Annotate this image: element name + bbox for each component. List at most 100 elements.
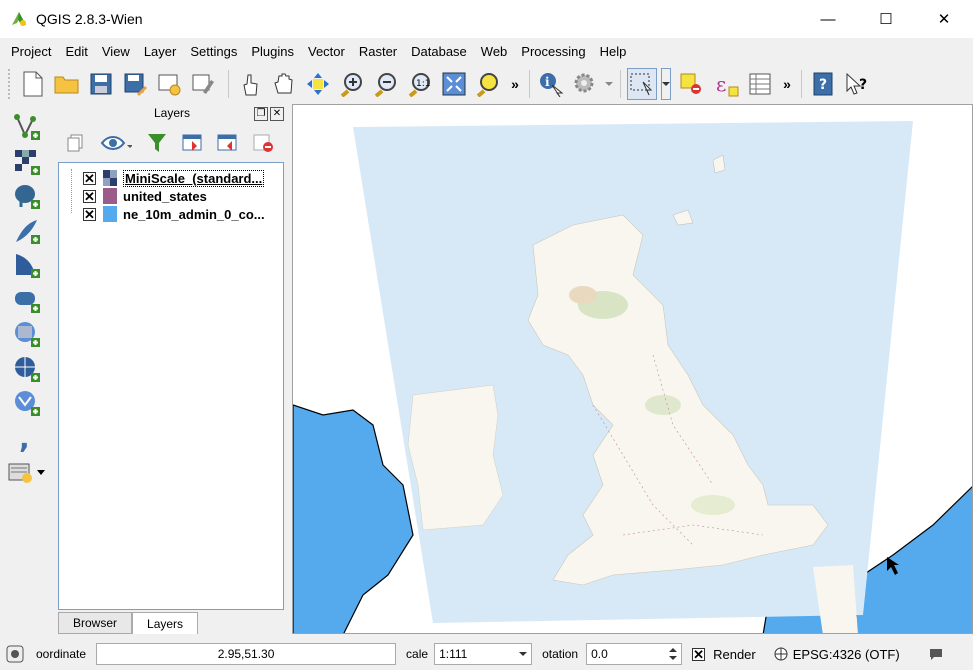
menu-layer[interactable]: Layer	[137, 44, 184, 59]
zoom-full-button[interactable]	[439, 68, 469, 100]
layers-panel-toolbar	[56, 126, 288, 160]
menu-view[interactable]: View	[95, 44, 137, 59]
new-layer-menu-button[interactable]	[5, 457, 49, 487]
zoom-out-button[interactable]	[371, 68, 401, 100]
toolbar-grip[interactable]	[8, 69, 14, 99]
pan-hand-icon	[274, 73, 293, 94]
add-delimited-text-button[interactable]: ,	[10, 423, 44, 453]
zoom-in-button[interactable]	[337, 68, 367, 100]
menu-edit[interactable]: Edit	[58, 44, 94, 59]
composer-manager-icon	[192, 74, 214, 94]
add-group-button[interactable]	[64, 131, 88, 155]
toolbar-separator	[529, 70, 530, 98]
add-wfs-layer-button[interactable]	[10, 388, 44, 418]
add-vector-layer-button[interactable]	[10, 112, 44, 142]
tab-browser[interactable]: Browser	[58, 612, 133, 634]
layer-row-united-states[interactable]: ✕ united_states	[65, 187, 207, 205]
close-button[interactable]: ✕	[915, 0, 973, 38]
crs-label[interactable]: EPSG:4326 (OTF)	[793, 647, 900, 662]
spin-arrows-icon[interactable]	[669, 647, 678, 661]
menu-project[interactable]: Project	[4, 44, 58, 59]
layers-panel: Layers ❐ ✕ ✕ MiniScale_(standard... ✕ un…	[56, 106, 288, 636]
pan-map-button[interactable]	[269, 68, 299, 100]
layer-row-miniscale[interactable]: ✕ MiniScale_(standard...	[65, 169, 265, 187]
coordinate-field[interactable]: 2.95,51.30	[96, 643, 397, 665]
identify-button[interactable]: i	[536, 68, 566, 100]
add-spatialite-layer-button[interactable]	[10, 216, 44, 246]
layer-visibility-checkbox[interactable]: ✕	[83, 189, 96, 203]
add-raster-layer-icon	[15, 149, 40, 175]
menu-plugins[interactable]: Plugins	[244, 44, 301, 59]
collapse-all-button[interactable]	[217, 131, 241, 155]
new-print-composer-button[interactable]	[154, 68, 184, 100]
composer-manager-button[interactable]	[188, 68, 218, 100]
add-wcs-layer-button[interactable]	[10, 354, 44, 384]
menu-settings[interactable]: Settings	[183, 44, 244, 59]
minimize-button[interactable]: —	[799, 0, 857, 38]
rotation-spinbox[interactable]: 0.0	[586, 643, 683, 665]
layer-row-ne-admin[interactable]: ✕ ne_10m_admin_0_co...	[65, 205, 265, 223]
maximize-button[interactable]: ☐	[857, 0, 915, 38]
expand-all-button[interactable]	[181, 131, 205, 155]
toolbar-more-button[interactable]: »	[779, 76, 795, 92]
filter-legend-button[interactable]	[145, 131, 169, 155]
select-tool-dropdown[interactable]	[661, 68, 671, 100]
add-oracle-layer-button[interactable]	[10, 285, 44, 315]
zoom-to-layer-button[interactable]	[473, 68, 503, 100]
toolbar-more-button[interactable]: »	[507, 76, 523, 92]
deselect-features-button[interactable]	[677, 68, 707, 100]
layer-visibility-checkbox[interactable]: ✕	[83, 171, 96, 185]
scale-combobox[interactable]: 1:111	[434, 643, 533, 665]
add-vector-layer-icon	[14, 114, 40, 140]
panel-close-button[interactable]: ✕	[270, 107, 284, 121]
chevron-down-icon[interactable]	[604, 80, 614, 88]
touch-zoom-button[interactable]	[235, 68, 265, 100]
add-mssql-layer-button[interactable]	[10, 250, 44, 280]
layer-name[interactable]: united_states	[123, 189, 207, 204]
save-as-button[interactable]	[120, 68, 150, 100]
add-raster-layer-button[interactable]	[10, 147, 44, 177]
remove-layer-button[interactable]	[252, 131, 276, 155]
pan-selection-icon	[307, 73, 329, 95]
menu-processing[interactable]: Processing	[514, 44, 592, 59]
layer-name[interactable]: MiniScale_(standard...	[123, 169, 265, 187]
messages-toggle-icon[interactable]	[6, 645, 24, 663]
run-feature-action-button[interactable]	[570, 68, 600, 100]
map-canvas[interactable]	[292, 104, 973, 634]
menu-vector[interactable]: Vector	[301, 44, 352, 59]
pan-to-selection-button[interactable]	[303, 68, 333, 100]
layer-color-swatch	[103, 206, 117, 222]
attribute-table-icon	[749, 73, 771, 95]
eye-icon	[101, 136, 133, 150]
menu-raster[interactable]: Raster	[352, 44, 404, 59]
toolbar-separator	[801, 70, 802, 98]
render-checkbox[interactable]: ✕	[692, 647, 706, 661]
open-attribute-table-button[interactable]	[745, 68, 775, 100]
manage-visibility-button[interactable]	[100, 131, 134, 155]
crs-globe-icon[interactable]	[774, 647, 788, 661]
new-project-button[interactable]	[18, 68, 48, 100]
help-contents-button[interactable]: ?	[808, 68, 838, 100]
open-project-button[interactable]	[52, 68, 82, 100]
select-features-button[interactable]	[627, 68, 657, 100]
message-bubble-icon[interactable]	[928, 647, 944, 661]
whats-this-button[interactable]: ?	[842, 68, 872, 100]
layer-tree[interactable]: ✕ MiniScale_(standard... ✕ united_states…	[58, 162, 284, 610]
add-postgis-layer-button[interactable]	[10, 181, 44, 211]
select-rectangle-icon	[630, 73, 653, 96]
save-project-button[interactable]	[86, 68, 116, 100]
menu-web[interactable]: Web	[474, 44, 515, 59]
tab-layers[interactable]: Layers	[132, 612, 199, 634]
menu-database[interactable]: Database	[404, 44, 474, 59]
panel-float-button[interactable]: ❐	[254, 107, 268, 121]
title-bar: QGIS 2.8.3-Wien — ☐ ✕	[0, 0, 973, 38]
expression-epsilon-icon: ε	[716, 72, 739, 97]
remove-layer-icon	[253, 134, 274, 152]
zoom-native-button[interactable]: 1:1	[405, 68, 435, 100]
svg-text:i: i	[545, 75, 550, 89]
select-by-expression-button[interactable]: ε	[711, 68, 741, 100]
menu-help[interactable]: Help	[593, 44, 634, 59]
add-wms-layer-button[interactable]	[10, 319, 44, 349]
layer-visibility-checkbox[interactable]: ✕	[83, 207, 96, 221]
layer-name[interactable]: ne_10m_admin_0_co...	[123, 207, 265, 222]
